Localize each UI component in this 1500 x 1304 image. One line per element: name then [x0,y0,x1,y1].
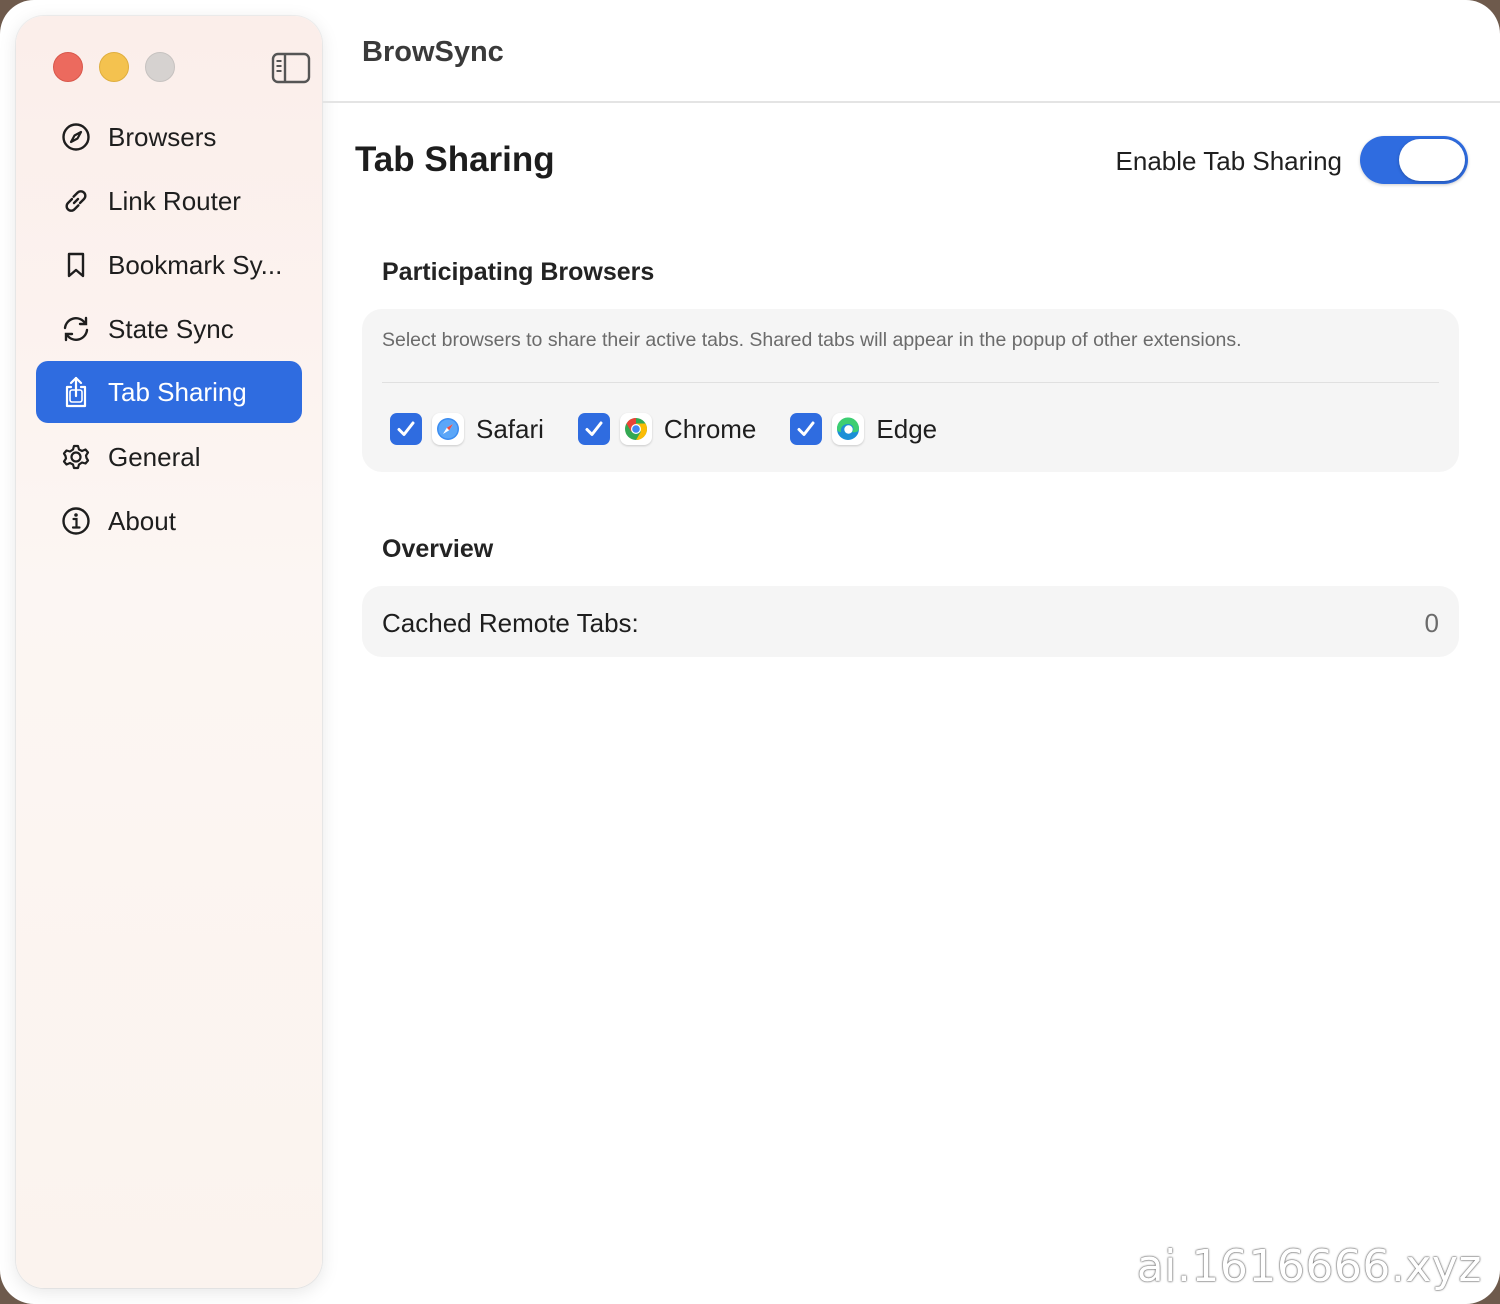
cached-remote-tabs-value: 0 [1424,608,1439,638]
watermark: ai.1616666.xyz [1136,1241,1482,1292]
sidebar-item-label: Tab Sharing [108,376,247,407]
sync-icon [58,311,94,347]
participating-browsers-heading: Participating Browsers [382,258,655,286]
sidebar-item-link-router[interactable]: Link Router [36,170,302,232]
minimize-window-button[interactable] [99,52,129,82]
sidebar-item-tab-sharing[interactable]: Tab Sharing [36,361,302,423]
sidebar-item-label: State Sync [108,313,234,344]
sidebar-item-label: Link Router [108,185,241,216]
sidebar-item-label: About [108,505,176,536]
browser-option-chrome[interactable]: Chrome [577,413,757,445]
checkmark-icon [797,421,815,436]
safari-label: Safari [476,413,544,444]
chrome-checkbox[interactable] [577,413,610,445]
sidebar-item-general[interactable]: General [36,426,302,488]
safari-icon [432,413,464,445]
chrome-label: Chrome [663,413,757,444]
app-window: Browsers Link Router Bookmark Sy... Stat… [0,0,1500,1304]
app-title: BrowSync [362,36,504,68]
browser-option-edge[interactable]: Edge [790,413,937,445]
bookmark-icon [58,247,94,283]
edge-icon [832,413,865,445]
browser-checkbox-row: Safari Chrome Edge [390,409,971,449]
sidebar-toggle-icon [271,52,311,84]
share-icon [58,374,94,410]
sidebar-item-label: General [108,441,201,472]
close-window-button[interactable] [53,52,83,82]
browser-option-safari[interactable]: Safari [390,413,544,445]
sidebar-item-label: Browsers [108,121,217,152]
info-icon [58,503,94,539]
sidebar-item-state-sync[interactable]: State Sync [36,298,302,360]
cached-remote-tabs-label: Cached Remote Tabs: [382,608,639,638]
checkmark-icon [585,421,603,436]
zoom-window-button[interactable] [145,52,175,82]
overview-heading: Overview [382,535,494,563]
chrome-icon [619,413,652,445]
toggle-knob [1399,139,1465,181]
compass-icon [58,119,94,155]
overview-card: Cached Remote Tabs: 0 [362,586,1459,657]
sidebar-item-label: Bookmark Sy... [108,249,283,280]
link-icon [58,183,94,219]
page-title: Tab Sharing [355,140,555,179]
gear-icon [58,439,94,475]
enable-tab-sharing-toggle[interactable] [1360,136,1468,184]
participating-browsers-description: Select browsers to share their active ta… [382,329,1242,351]
sidebar-item-browsers[interactable]: Browsers [36,106,302,168]
sidebar-toggle-button[interactable] [271,52,311,84]
edge-label: Edge [876,413,938,444]
card-divider [382,382,1439,383]
sidebar-item-bookmark-sync[interactable]: Bookmark Sy... [36,234,302,296]
participating-browsers-card: Select browsers to share their active ta… [362,309,1459,472]
sidebar-item-about[interactable]: About [36,490,302,552]
checkmark-icon [397,421,415,436]
safari-checkbox[interactable] [390,413,422,445]
edge-checkbox[interactable] [790,413,823,445]
enable-tab-sharing-label: Enable Tab Sharing [1115,146,1342,176]
title-bar: BrowSync [322,0,1500,103]
